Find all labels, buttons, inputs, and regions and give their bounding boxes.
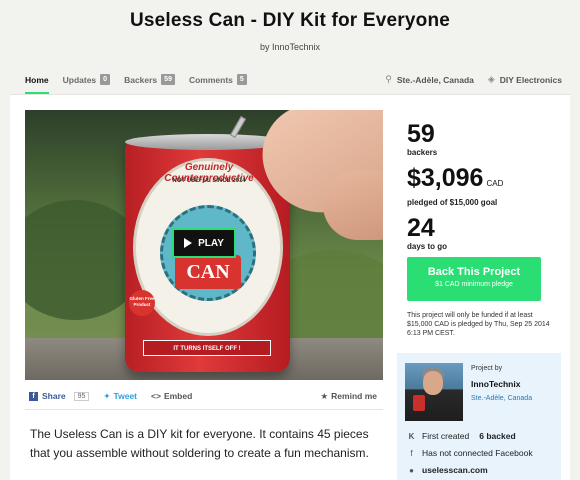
remind-label: Remind me bbox=[331, 391, 377, 401]
funding-note: This project will only be funded if at l… bbox=[407, 312, 550, 337]
facebook-icon: f bbox=[410, 448, 413, 458]
tab-backers[interactable]: Backers 59 bbox=[124, 74, 175, 95]
tag-icon: ◈ bbox=[487, 74, 495, 84]
website-link[interactable]: uselesscan.com bbox=[422, 465, 488, 475]
code-icon: <> bbox=[151, 391, 161, 401]
creator-facebook: f Has not connected Facebook bbox=[407, 448, 533, 458]
remind-me-button[interactable]: ★ Remind me bbox=[321, 391, 377, 402]
first-created-label: First created bbox=[422, 431, 470, 441]
facebook-icon: f bbox=[29, 391, 38, 401]
pledged-value: $3,096 bbox=[407, 164, 484, 192]
avatar-face bbox=[423, 371, 443, 395]
avatar-can bbox=[413, 395, 425, 411]
location-link[interactable]: ⚲ Ste.-Adèle, Canada bbox=[385, 74, 474, 85]
can-bottom-banner: IT TURNS ITSELF OFF ! bbox=[143, 340, 271, 356]
can-sub-text: NOT USEFUL SINCE 2014 bbox=[172, 178, 246, 184]
creator-name[interactable]: InnoTechnix bbox=[471, 379, 520, 389]
category-label: DIY Electronics bbox=[499, 74, 562, 85]
pledged-label: pledged of $15,000 goal bbox=[407, 198, 498, 207]
facebook-status: Has not connected Facebook bbox=[422, 448, 533, 458]
tab-home[interactable]: Home bbox=[25, 75, 49, 95]
tab-label: Comments bbox=[188, 74, 233, 85]
project-video[interactable]: Genuinely Counterproductive NOT USEFUL S… bbox=[25, 110, 383, 380]
back-button-label: Back This Project bbox=[427, 266, 521, 278]
globe-icon: ● bbox=[409, 465, 414, 475]
share-bar: f Share 95 ✦ Tweet <> Embed ★ Remind me bbox=[25, 387, 383, 405]
project-title: Useless Can - DIY Kit for Everyone bbox=[129, 10, 451, 31]
tab-label: Updates bbox=[62, 74, 97, 85]
project-blurb: The Useless Can is a DIY kit for everyon… bbox=[30, 427, 369, 460]
project-panel: Genuinely Counterproductive NOT USEFUL S… bbox=[10, 94, 570, 480]
tab-comments[interactable]: Comments 5 bbox=[189, 74, 247, 95]
pledged-amount: $3,096 CAD bbox=[407, 165, 557, 197]
project-nav: Home Updates 0 Backers 59 Comments 5 ⚲ S… bbox=[0, 70, 580, 95]
back-project-button[interactable]: Back This Project $1 CAD minimum pledge bbox=[407, 257, 541, 301]
facebook-share-button[interactable]: f Share 95 bbox=[29, 391, 90, 401]
creator-website[interactable]: ● uselesscan.com bbox=[407, 465, 488, 475]
backers-label: backers bbox=[407, 148, 438, 157]
days-remaining: 24 bbox=[407, 214, 435, 242]
tweet-button[interactable]: ✦ Tweet bbox=[103, 391, 137, 402]
can-word: CAN bbox=[175, 255, 241, 289]
tab-updates[interactable]: Updates 0 bbox=[62, 74, 111, 95]
back-button-sublabel: $1 CAD minimum pledge bbox=[435, 281, 513, 288]
nav-tabs: Home Updates 0 Backers 59 Comments 5 bbox=[25, 74, 247, 95]
embed-label: Embed bbox=[163, 391, 193, 401]
category-link[interactable]: ◈ DIY Electronics bbox=[488, 74, 562, 85]
play-icon bbox=[184, 238, 193, 248]
backers-count: 59 bbox=[407, 120, 435, 148]
project-header: Useless Can - DIY Kit for Everyone by In… bbox=[0, 0, 580, 66]
currency-unit: CAD bbox=[486, 179, 504, 188]
funding-stats: 59 backers $3,096 CAD pledged of $15,000 … bbox=[407, 121, 557, 259]
project-by-label: Project by bbox=[471, 365, 503, 372]
count-badge: 0 bbox=[100, 74, 111, 85]
tab-label: Home bbox=[25, 74, 49, 85]
backed-count[interactable]: 6 backed bbox=[479, 431, 515, 441]
star-icon: ★ bbox=[320, 390, 329, 401]
count-badge: 59 bbox=[161, 74, 175, 85]
divider bbox=[25, 409, 383, 410]
project-meta: ⚲ Ste.-Adèle, Canada ◈ DIY Electronics bbox=[385, 74, 562, 85]
gluten-badge: Gluten Free Product bbox=[129, 290, 155, 316]
play-button[interactable]: PLAY bbox=[172, 228, 236, 258]
map-pin-icon: ⚲ bbox=[385, 74, 392, 84]
tweet-label: Tweet bbox=[113, 391, 138, 401]
creator-card: Project by InnoTechnix Ste.-Adèle, Canad… bbox=[397, 353, 561, 480]
avatar[interactable] bbox=[405, 363, 463, 421]
facebook-share-label: Share bbox=[42, 391, 66, 401]
embed-button[interactable]: <> Embed bbox=[151, 391, 192, 401]
count-badge: 5 bbox=[236, 74, 247, 85]
hand-fingers bbox=[323, 170, 383, 240]
kickstarter-k-icon: K bbox=[408, 431, 415, 441]
twitter-icon: ✦ bbox=[103, 390, 111, 401]
project-byline[interactable]: by InnoTechnix bbox=[0, 42, 580, 52]
tab-label: Backers bbox=[124, 74, 158, 85]
days-label: days to go bbox=[407, 242, 448, 251]
creator-history: K First created 6 backed bbox=[407, 431, 516, 441]
play-label: PLAY bbox=[198, 237, 224, 249]
creator-location[interactable]: Ste.-Adèle, Canada bbox=[471, 395, 532, 402]
location-label: Ste.-Adèle, Canada bbox=[396, 74, 474, 85]
share-count: 95 bbox=[73, 391, 90, 401]
